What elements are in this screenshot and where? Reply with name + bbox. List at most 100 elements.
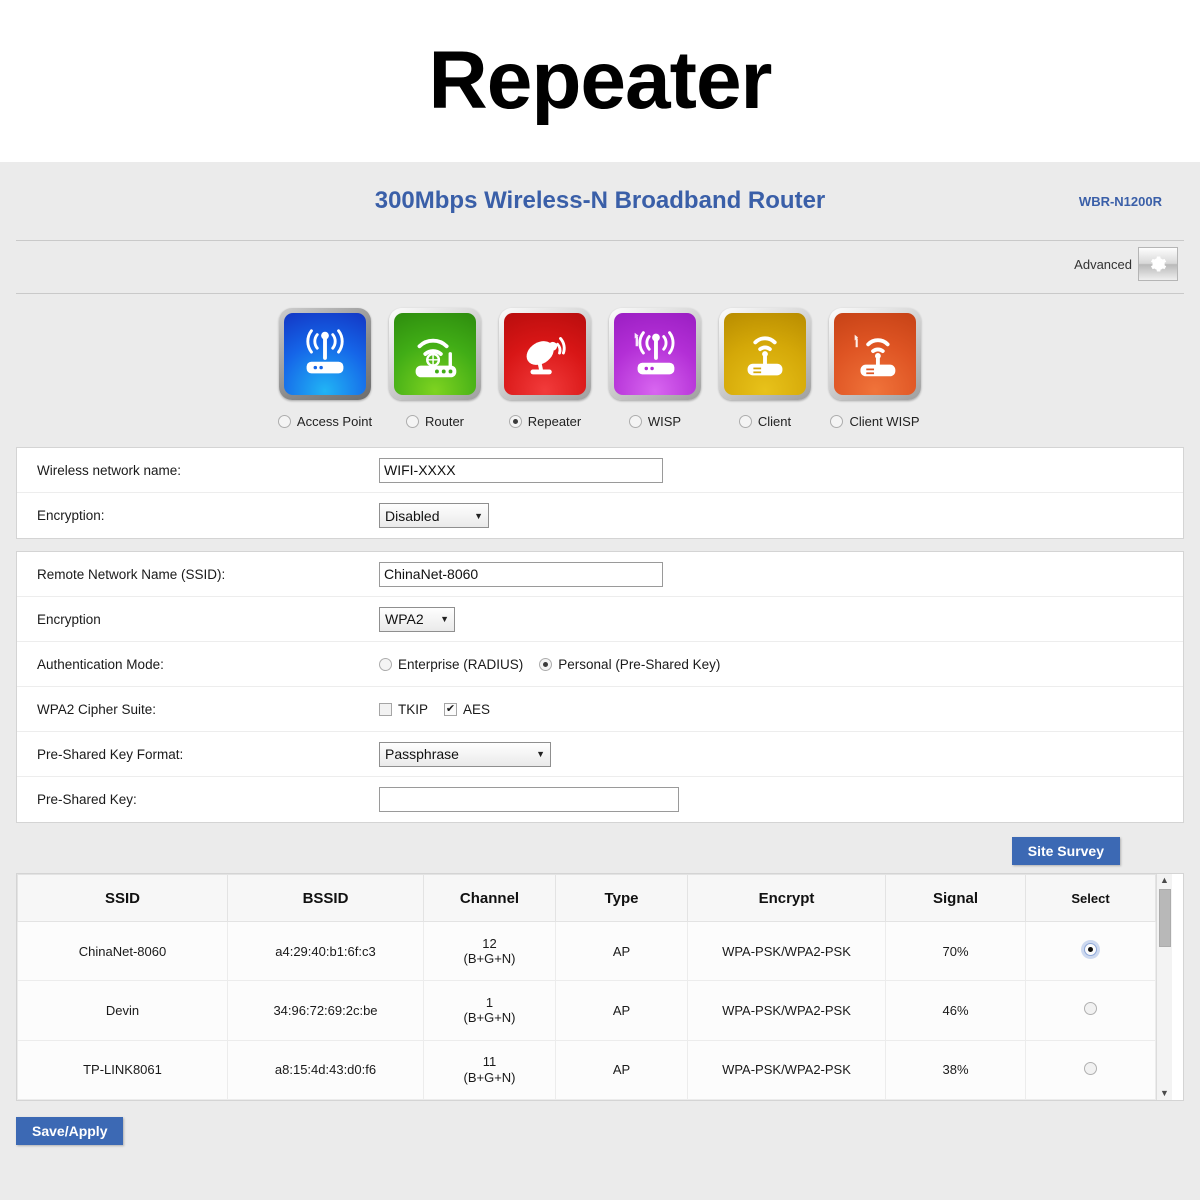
cell-select[interactable] — [1025, 920, 1156, 982]
mode-router[interactable]: Router — [380, 308, 490, 429]
router-admin-app: 300Mbps Wireless-N Broadband Router WBR-… — [0, 162, 1200, 1200]
radio-router[interactable] — [405, 415, 419, 428]
column-header-select: Select — [1025, 874, 1156, 922]
mode-access-point[interactable]: Access Point — [270, 308, 380, 429]
table-row[interactable]: ChinaNet-8060 a4:29:40:b1:6f:c3 12 (B+G+… — [17, 920, 1156, 982]
chevron-down-icon: ▼ — [536, 749, 545, 759]
mode-wisp[interactable]: WISP — [600, 308, 710, 429]
site-survey-table: SSID BSSID Channel Type Encrypt Signal S… — [17, 874, 1156, 1101]
save-apply-button[interactable]: Save/Apply — [16, 1117, 124, 1145]
row-wireless-network-name: Wireless network name: — [17, 448, 1183, 493]
access-point-icon — [284, 313, 366, 395]
mode-client[interactable]: Client — [710, 308, 820, 429]
radio-select-network[interactable] — [1084, 943, 1097, 957]
radio-client-wisp[interactable] — [830, 415, 844, 428]
cell-channel-band: (B+G+N) — [463, 1010, 516, 1026]
mode-label-router: Router — [424, 414, 465, 429]
scroll-up-icon[interactable]: ▲ — [1160, 876, 1169, 885]
wireless-network-name-input[interactable] — [379, 457, 663, 483]
cell-ssid: TP-LINK8061 — [17, 1039, 228, 1101]
cell-channel-number: 1 — [485, 994, 494, 1010]
scroll-down-icon[interactable]: ▼ — [1160, 1089, 1169, 1098]
cell-channel-band: (B+G+N) — [463, 951, 516, 967]
mode-label-repeater: Repeater — [527, 414, 582, 429]
cipher-tkip-label: TKIP — [398, 701, 429, 717]
radio-access-point[interactable] — [277, 415, 291, 428]
row-psk-format: Pre-Shared Key Format: Passphrase ▼ — [17, 732, 1183, 777]
checkbox-tkip[interactable]: ✔ — [379, 702, 392, 716]
site-survey-button[interactable]: Site Survey — [1011, 837, 1120, 865]
scrollbar-thumb[interactable] — [1159, 889, 1171, 947]
mode-label-wisp: WISP — [647, 414, 682, 429]
mode-tile-access-point[interactable] — [279, 308, 371, 400]
auth-personal-label: Personal (Pre-Shared Key) — [558, 656, 721, 672]
row-remote-ssid: Remote Network Name (SSID): — [17, 552, 1183, 597]
site-survey-bar: Site Survey — [0, 823, 1200, 865]
cell-channel: 11 (B+G+N) — [423, 1039, 556, 1101]
mode-radio-row-client-wisp[interactable]: Client WISP — [830, 414, 920, 429]
column-header-type: Type — [555, 874, 688, 922]
router-icon — [394, 313, 476, 395]
label-authentication-mode: Authentication Mode: — [37, 656, 164, 672]
radio-select-network[interactable] — [1084, 1002, 1097, 1016]
gear-icon[interactable] — [1138, 247, 1178, 281]
mode-radio-row-router[interactable]: Router — [405, 414, 465, 429]
table-body: ChinaNet-8060 a4:29:40:b1:6f:c3 12 (B+G+… — [17, 920, 1156, 1101]
radio-wisp[interactable] — [628, 415, 642, 428]
cell-type: AP — [555, 920, 688, 982]
table-header-row: SSID BSSID Channel Type Encrypt Signal S… — [17, 874, 1156, 922]
product-title: 300Mbps Wireless-N Broadband Router — [374, 187, 826, 214]
cell-select[interactable] — [1025, 980, 1156, 1041]
table-row[interactable]: TP-LINK8061 a8:15:4d:43:d0:f6 11 (B+G+N)… — [17, 1039, 1156, 1101]
scrollbar-track[interactable] — [1157, 885, 1172, 1089]
radio-select-network[interactable] — [1084, 1061, 1097, 1075]
label-remote-encryption: Encryption — [37, 611, 101, 627]
cipher-aes-label: AES — [463, 701, 491, 717]
column-header-bssid: BSSID — [227, 874, 424, 922]
cell-bssid: 34:96:72:69:2c:be — [227, 980, 424, 1041]
field-remote-ssid — [379, 561, 1183, 587]
radio-repeater[interactable] — [508, 415, 522, 428]
mode-radio-row-access-point[interactable]: Access Point — [277, 414, 372, 429]
auth-personal-option[interactable]: Personal (Pre-Shared Key) — [539, 657, 720, 672]
local-encryption-select[interactable]: Disabled ▼ — [379, 503, 489, 528]
row-psk: Pre-Shared Key: — [17, 777, 1183, 822]
table-scrollbar[interactable]: ▲ ▼ — [1156, 874, 1172, 1100]
mode-tile-client[interactable] — [719, 308, 811, 400]
cipher-tkip-option[interactable]: ✔ TKIP — [379, 702, 428, 717]
advanced-button[interactable]: Advanced — [1074, 247, 1178, 281]
psk-input[interactable] — [379, 787, 679, 812]
auth-enterprise-label: Enterprise (RADIUS) — [398, 656, 524, 672]
radio-client[interactable] — [738, 415, 752, 428]
mode-tile-wisp[interactable] — [609, 308, 701, 400]
radio-auth-enterprise[interactable] — [379, 657, 392, 671]
radio-auth-personal[interactable] — [539, 657, 553, 671]
mode-tile-router[interactable] — [389, 308, 481, 400]
cell-type: AP — [555, 1039, 688, 1101]
remote-wireless-panel: Remote Network Name (SSID): Encryption W… — [16, 551, 1184, 823]
table-row[interactable]: Devin 34:96:72:69:2c:be 1 (B+G+N) AP WPA… — [17, 980, 1156, 1041]
client-wisp-icon — [834, 313, 916, 395]
footer: Save/Apply — [0, 1101, 1200, 1145]
mode-tile-repeater[interactable] — [499, 308, 591, 400]
mode-repeater[interactable]: Repeater — [490, 308, 600, 429]
cell-select[interactable] — [1025, 1039, 1156, 1101]
field-psk — [379, 787, 1183, 812]
mode-radio-row-wisp[interactable]: WISP — [628, 414, 682, 429]
local-encryption-value: Disabled — [385, 507, 440, 524]
cell-ssid: ChinaNet-8060 — [17, 920, 228, 982]
field-remote-encryption: WPA2 ▼ — [379, 606, 1183, 632]
cell-signal: 70% — [885, 920, 1026, 982]
checkbox-aes[interactable]: ✔ — [444, 702, 458, 716]
cell-signal: 38% — [885, 1039, 1026, 1101]
auth-enterprise-option[interactable]: Enterprise (RADIUS) — [379, 657, 523, 672]
wisp-icon — [614, 313, 696, 395]
remote-ssid-input[interactable] — [379, 561, 663, 587]
mode-radio-row-client[interactable]: Client — [738, 414, 791, 429]
psk-format-select[interactable]: Passphrase ▼ — [379, 741, 551, 767]
mode-radio-row-repeater[interactable]: Repeater — [508, 414, 582, 429]
mode-client-wisp[interactable]: Client WISP — [820, 308, 930, 429]
mode-tile-client-wisp[interactable] — [829, 308, 921, 400]
remote-encryption-select[interactable]: WPA2 ▼ — [379, 606, 455, 632]
cipher-aes-option[interactable]: ✔ AES — [444, 702, 490, 717]
